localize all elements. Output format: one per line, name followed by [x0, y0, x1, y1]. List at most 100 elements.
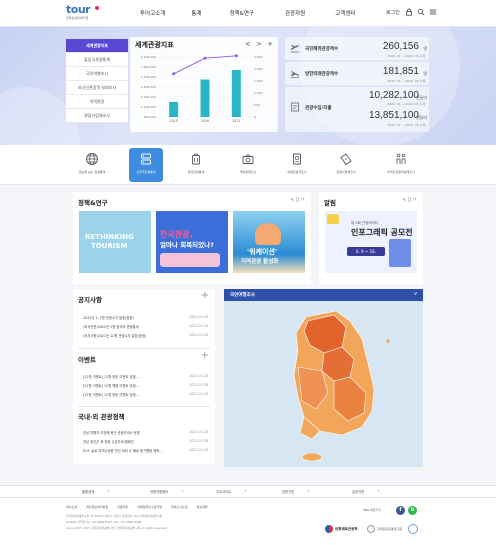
ministry-label[interactable]: 문화체육관광부 [335, 527, 358, 532]
list-item[interactable]: [12월 이벤트] 12월 펜팔 이벤트 당첨... 2022.03.28 [83, 383, 208, 388]
chevron-down-icon[interactable]: v [414, 291, 417, 297]
blog-icon[interactable]: b [408, 506, 417, 515]
list-item[interactable]: 2022년 1, 2월 관광수지 발표(잠정) 2022.03.28 [83, 315, 208, 320]
footer-select[interactable]: 통합검색 + [82, 489, 110, 494]
stat-period: 2022. 01 ~ 2022. 04 누계 [387, 102, 425, 106]
policy-carousel-controls[interactable]: < || > [290, 197, 305, 203]
footer-link[interactable]: 찾아오시는길 [171, 505, 188, 509]
chart-line-point [203, 56, 207, 60]
quick-item-label: 외국인관광객실태조사 [387, 170, 415, 174]
login-link[interactable]: 로그인 [386, 9, 400, 16]
quick-item-inbound[interactable]: 입국관광통계 [179, 148, 213, 182]
facebook-icon[interactable]: f [396, 506, 405, 515]
stat-card-receipts[interactable]: 관광수입/지출 10,282,100 천달러 2022. 01 ~ 2022. … [285, 87, 429, 132]
poster-subtitle: 제 2회 관광데이터 [351, 221, 378, 225]
contest-poster[interactable]: 제 2회 관광데이터 인포그래픽 공모전 6. 9 ~ 18. [325, 211, 417, 273]
quick-item-business[interactable]: 관광사업체조사 [329, 148, 363, 182]
nav-item-stats[interactable]: 통계 [191, 9, 201, 17]
people-icon [396, 153, 406, 164]
list-item[interactable]: EU+ 글로 여객수송량 전년 대비 두 배로 증가했음 예측... 2022.0… [83, 448, 208, 453]
list-item-date: 2022.03.28 [189, 392, 208, 396]
footer-link[interactable]: 개인정보처리방침 [86, 505, 108, 509]
announcements-more-button[interactable]: + [201, 291, 209, 301]
quick-item-label: 출입국관광통계 [136, 170, 156, 174]
list-item[interactable]: [12월 이벤트] 12월 방방 이벤트 당첨... 2022.03.28 [83, 374, 208, 379]
policy-card-illustration [160, 253, 220, 267]
nav-item-about[interactable]: 투어고소개 [140, 9, 165, 17]
institute-label[interactable]: 한국문화관광연구원 [377, 527, 402, 531]
map-region-ulleung[interactable] [386, 339, 390, 343]
list-item-text: (외국인관)2022년 2월 한국의 관광통계 [83, 325, 139, 329]
menu-icon[interactable] [429, 8, 437, 16]
chart-controls: < > + [245, 40, 273, 48]
footer-link[interactable]: 이메일무단수집거부 [137, 505, 162, 509]
list-item-text: [12월 이벤트] 12월 방방 이벤트 당첨... [83, 393, 139, 397]
footer-link[interactable]: 정보개방 [197, 505, 208, 509]
quick-item-visitor-survey[interactable]: 외국인관광객실태조사 [384, 148, 418, 182]
footer-select[interactable]: 관련기관 + [282, 489, 310, 494]
quick-item-label: 한눈에 보는 관광통계 [78, 170, 106, 174]
list-item[interactable]: [12월 이벤트] 12월 방방 이벤트 당첨... 2022.03.28 [83, 392, 208, 397]
nav-item-policy[interactable]: 정책&연구 [229, 9, 254, 17]
korea-map[interactable] [224, 301, 423, 467]
policy-card[interactable]: '워케이션' 지역관광 활성화 [233, 211, 305, 273]
stat-unit: 천달러 [415, 115, 427, 120]
y-left-tick-label: 2,100,000 [141, 55, 156, 59]
quick-item-foreign-visitor[interactable]: 외래관광객조사 [280, 148, 314, 182]
sidebar-item-business-survey[interactable]: 관광사업체조사 [66, 109, 128, 123]
quick-item-label: 입국관광통계 [187, 170, 205, 174]
list-item[interactable]: (공지사항)2021년 12월 관광수지 발표(잠정) 2022.03.28 [83, 333, 208, 338]
footer-select[interactable]: 주요사이트 + [216, 489, 247, 494]
footer-select-label: 관련기관 [282, 490, 295, 494]
chart-prev-button[interactable]: < [245, 40, 251, 48]
lock-icon[interactable] [405, 8, 413, 16]
list-item[interactable]: (외국인관)2022년 2월 한국의 관광통계 2022.03.28 [83, 324, 208, 329]
server-icon [141, 153, 151, 165]
stat-unit: 명 [423, 46, 427, 51]
quick-item-national-travel[interactable]: 국민여행조사 [231, 148, 265, 182]
sidebar-item-inbound-outbound[interactable]: 출입국관광통계 [66, 53, 128, 67]
quick-item-inout[interactable]: 출입국관광통계 [129, 148, 163, 182]
chart-next-button[interactable]: > [256, 40, 262, 48]
sidebar-item-regional[interactable]: 지역관광 [66, 95, 128, 109]
chart-bar [231, 70, 241, 117]
chart-add-button[interactable]: + [267, 40, 273, 48]
sidebar-item-world-indicators[interactable]: 세계관광지표 [66, 39, 128, 53]
alert-carousel-controls[interactable]: < || > [402, 197, 417, 203]
footer-select[interactable]: 관광자원정보 + [150, 489, 184, 494]
y-right-tick-label: 0 [254, 115, 256, 119]
list-item-date: 2022.03.28 [189, 374, 208, 378]
nav-item-resources[interactable]: 관광자원 [285, 9, 305, 17]
footer-select[interactable]: 유관기관 + [352, 489, 380, 494]
sidebar-item-national-travel[interactable]: 국민여행조사 [66, 67, 128, 81]
policy-card[interactable]: 한국관광, 얼마나 회복되었나? [156, 211, 228, 273]
policy-card-subtitle: TOURISM [91, 242, 128, 250]
events-more-button[interactable]: + [201, 351, 209, 361]
y-left-tick-label: 1,300,000 [141, 95, 156, 99]
list-item[interactable]: 전남 정선군 제 관광 수호자세 캠페인 2022.03.28 [83, 439, 208, 444]
y-right-tick-label: 2,000 [254, 67, 263, 71]
site-logo[interactable]: tour 한국관광데이터랩 [66, 4, 104, 23]
search-icon[interactable] [417, 8, 425, 16]
list-item[interactable]: 전남 여행지 오전에 퇴근 관광안내소 운영 2022.03.28 [83, 430, 208, 435]
globe-icon [86, 153, 98, 165]
quick-item-overview[interactable]: 한눈에 보는 관광통계 [75, 148, 109, 182]
quick-item-label: 관광사업체조사 [336, 170, 356, 174]
map-region-jeju[interactable] [301, 452, 323, 462]
footer-link[interactable]: 이용약관 [117, 505, 128, 509]
sidebar-item-foreign-visitor-survey[interactable]: 외국인관광객 실태조사 [66, 81, 128, 95]
policy-card-subtitle: 얼마나 회복되었나? [160, 241, 214, 249]
policy-card[interactable]: RETHINKING TOURISM [79, 211, 151, 273]
stat-label: 관광수입/지출 [305, 106, 332, 111]
chart-bar [169, 102, 179, 117]
alert-title: 알림 [324, 199, 336, 207]
footer-link[interactable]: 회사소개 [66, 505, 77, 509]
stat-card-outbound[interactable]: 국민해외관광객수 260,156 명 2022. 01 ~ 2022. 05 누… [285, 37, 429, 60]
chart-line-point [234, 54, 238, 58]
nav-item-support[interactable]: 고객센터 [335, 9, 355, 17]
stats-panel: 국민해외관광객수 260,156 명 2022. 01 ~ 2022. 05 누… [285, 37, 429, 132]
stat-card-inbound[interactable]: 방한외래관광객수 181,851 명 2022. 01 ~ 2022. 05 누… [285, 62, 429, 85]
poster-title: 인포그래픽 공모전 [351, 228, 413, 237]
list-item-text: 전남 여행지 오전에 퇴근 관광안내소 운영 [83, 431, 140, 435]
map-panel: 국민여행조사 v [224, 289, 423, 467]
